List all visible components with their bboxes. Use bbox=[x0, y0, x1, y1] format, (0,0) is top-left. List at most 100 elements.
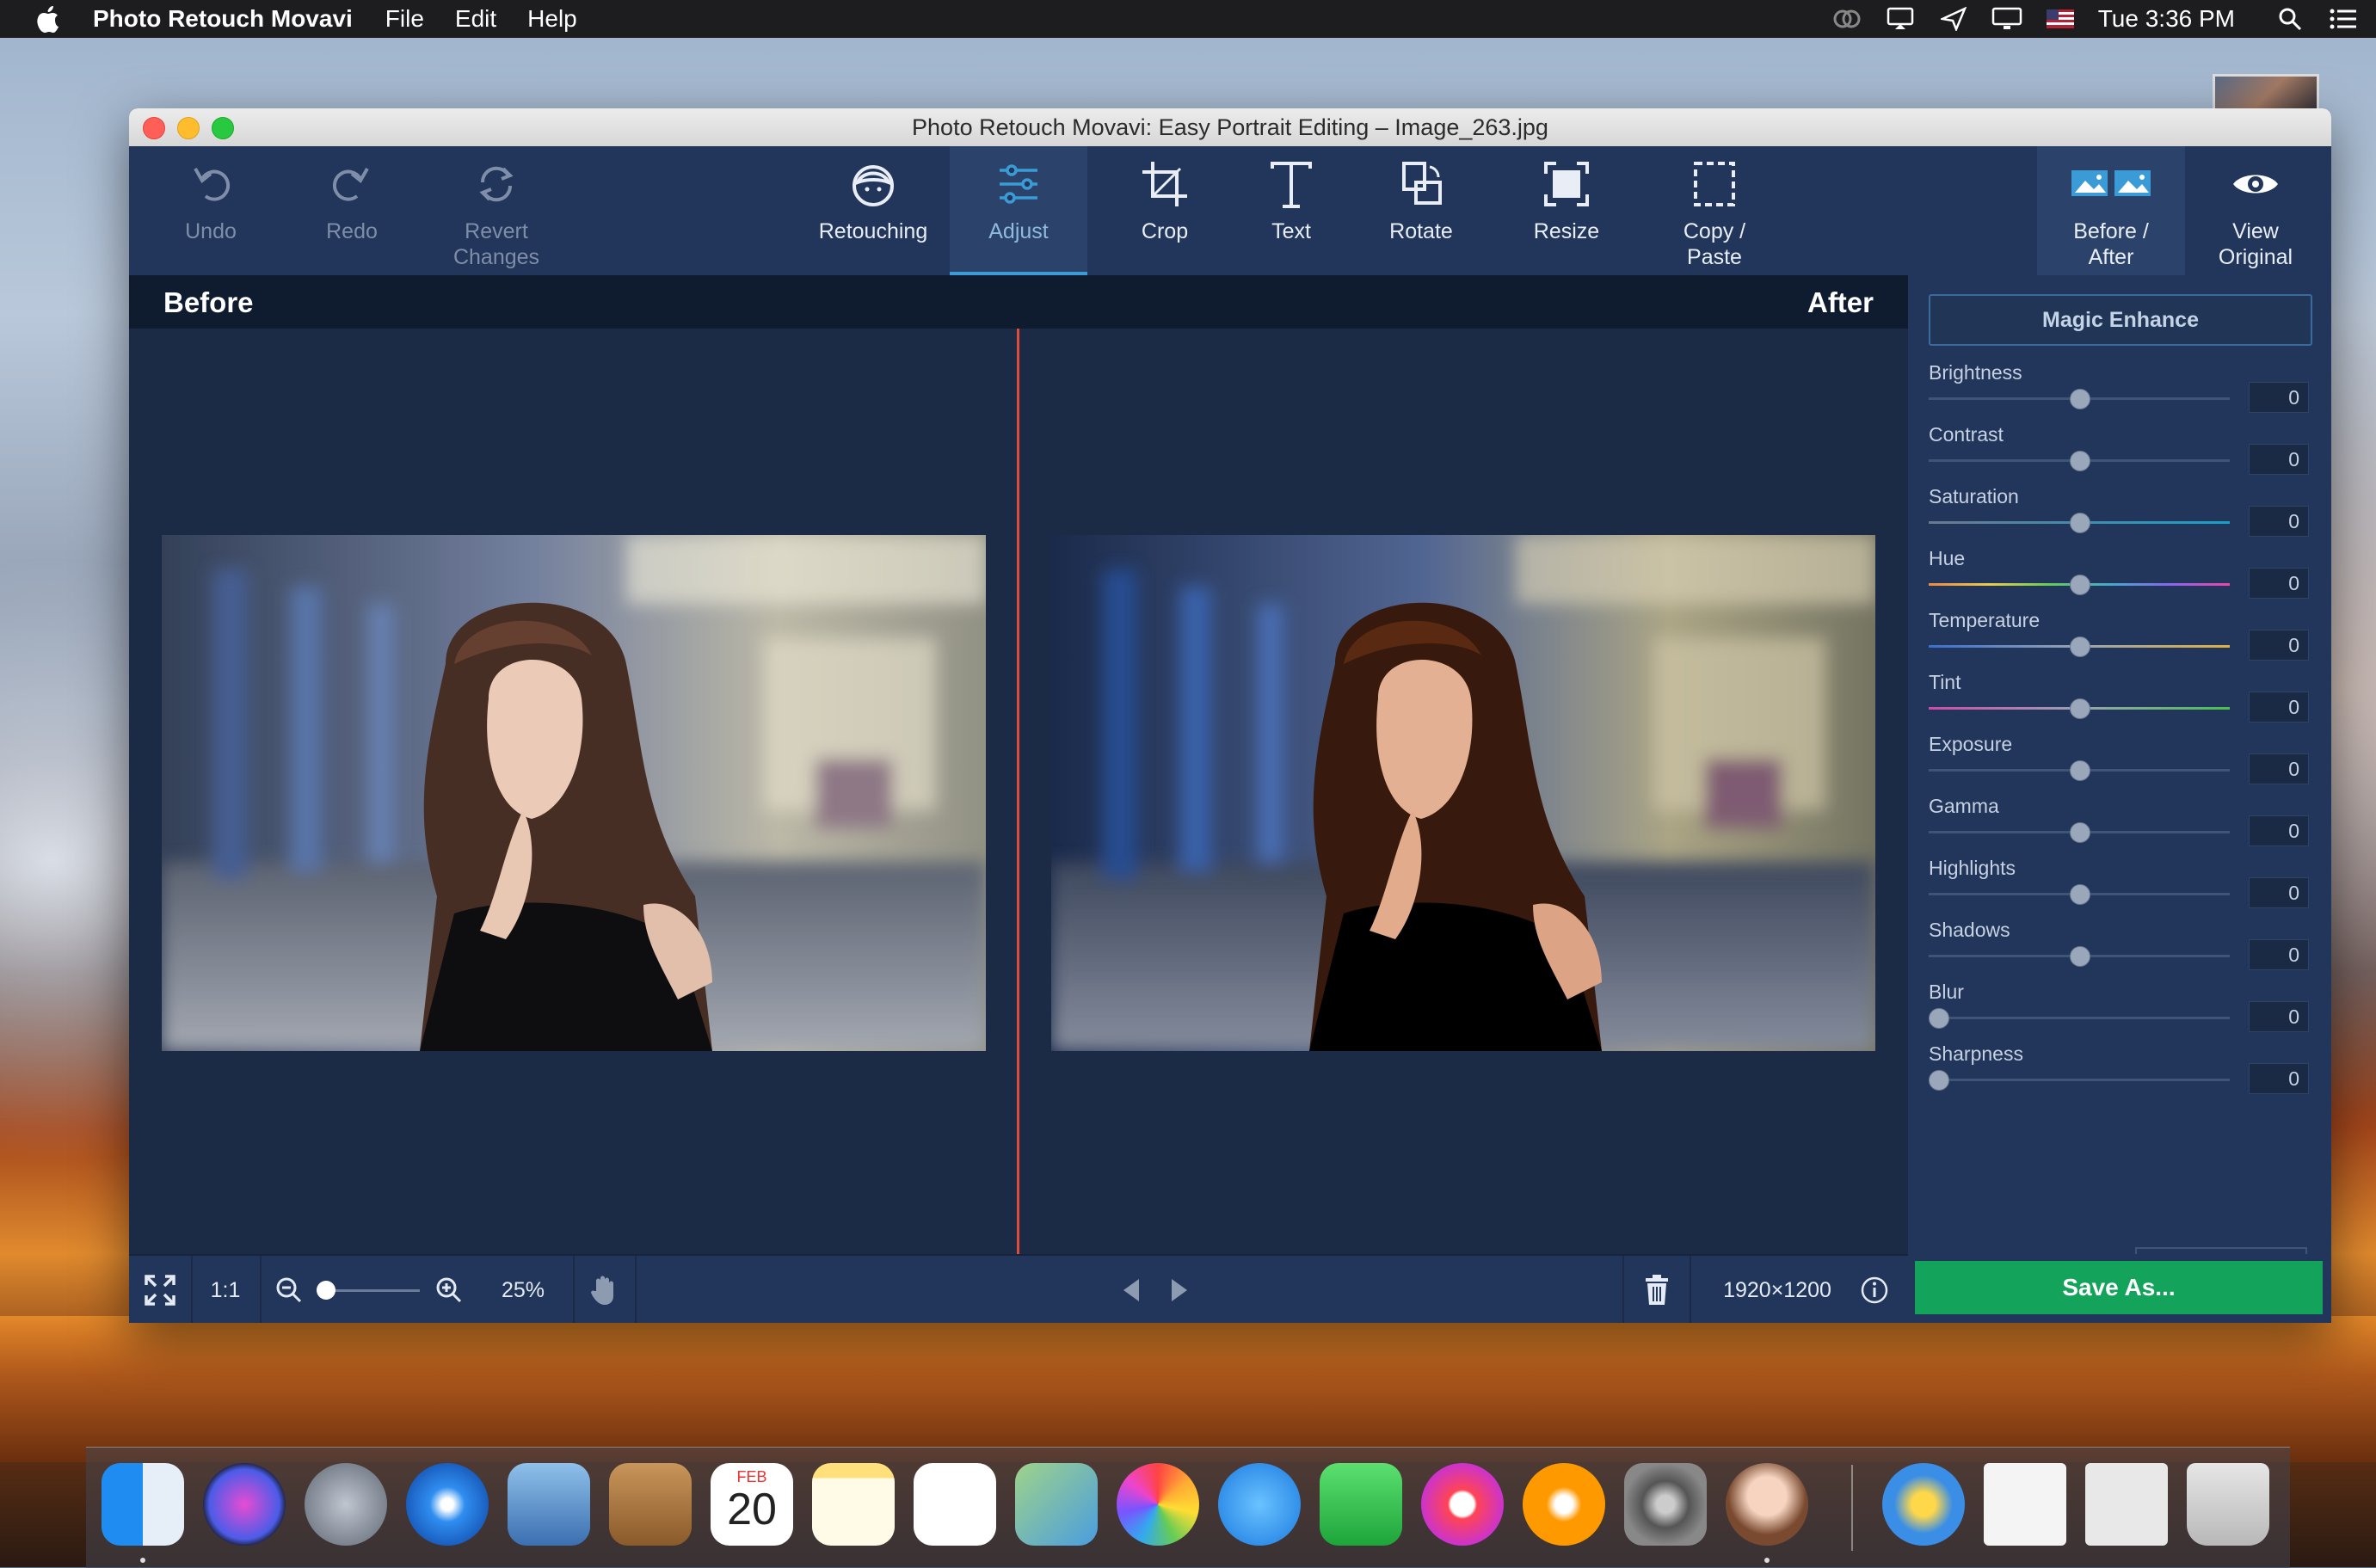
airplay-display-icon[interactable] bbox=[1991, 7, 2022, 31]
notes-icon[interactable] bbox=[812, 1463, 895, 1546]
temperature-value-field[interactable]: 0 bbox=[2249, 630, 2309, 661]
window-zoom-button[interactable] bbox=[212, 117, 234, 139]
exposure-value-field[interactable]: 0 bbox=[2249, 753, 2309, 784]
blur-slider-handle[interactable] bbox=[1929, 1008, 1949, 1029]
tab-text[interactable]: Text bbox=[1244, 146, 1339, 275]
zoom-slider-handle[interactable] bbox=[317, 1281, 335, 1300]
system-preferences-icon[interactable] bbox=[1624, 1463, 1707, 1546]
save-as-button[interactable]: Save As... bbox=[1915, 1261, 2323, 1314]
brightness-label: Brightness bbox=[1929, 361, 2022, 384]
saturation-value-field[interactable]: 0 bbox=[2249, 506, 2309, 537]
zoom-in-icon bbox=[436, 1277, 462, 1303]
document-icon[interactable] bbox=[1984, 1463, 2066, 1546]
adjustment-contrast: Contrast 0 bbox=[1929, 423, 2312, 485]
gamma-label: Gamma bbox=[1929, 795, 1999, 817]
finder-icon[interactable] bbox=[102, 1463, 184, 1546]
tint-slider-handle[interactable] bbox=[2070, 698, 2090, 719]
magic-enhance-button[interactable]: Magic Enhance bbox=[1929, 294, 2312, 346]
notification-center-icon[interactable] bbox=[2328, 7, 2359, 31]
maps-icon[interactable] bbox=[1015, 1463, 1098, 1546]
zoom-in-button[interactable] bbox=[432, 1256, 466, 1323]
notification-icon[interactable] bbox=[1885, 7, 1916, 31]
photos-icon[interactable] bbox=[1117, 1463, 1199, 1546]
contrast-slider-handle[interactable] bbox=[2070, 451, 2090, 471]
ibooks-icon[interactable] bbox=[1523, 1463, 1605, 1546]
tab-resize[interactable]: Resize bbox=[1511, 146, 1622, 275]
menu-file[interactable]: File bbox=[385, 5, 424, 33]
brightness-value-field[interactable]: 0 bbox=[2249, 382, 2309, 413]
sharpness-slider-track[interactable] bbox=[1929, 1079, 2230, 1081]
hue-value-field[interactable]: 0 bbox=[2249, 568, 2309, 599]
previous-image-button[interactable] bbox=[1110, 1256, 1153, 1323]
tab-crop[interactable]: Crop bbox=[1113, 146, 1216, 275]
view-original-button[interactable]: View Original bbox=[2194, 146, 2318, 275]
menu-edit[interactable]: Edit bbox=[455, 5, 496, 33]
menubar-app-name[interactable]: Photo Retouch Movavi bbox=[93, 5, 353, 33]
tab-adjust[interactable]: Adjust bbox=[950, 146, 1087, 275]
exposure-slider-handle[interactable] bbox=[2070, 760, 2090, 781]
launchpad-icon[interactable] bbox=[305, 1463, 387, 1546]
before-after-button[interactable]: Before / After bbox=[2037, 146, 2185, 275]
us-flag-icon[interactable] bbox=[2045, 7, 2076, 31]
highlights-slider-handle[interactable] bbox=[2070, 884, 2090, 905]
blur-value-field[interactable]: 0 bbox=[2249, 1001, 2309, 1032]
zoom-slider-track[interactable] bbox=[325, 1289, 420, 1292]
actual-size-button[interactable]: 1:1 bbox=[191, 1256, 262, 1323]
hand-tool-button[interactable] bbox=[573, 1256, 637, 1323]
sharpness-slider-handle[interactable] bbox=[1929, 1070, 1949, 1091]
gamma-value-field[interactable]: 0 bbox=[2249, 815, 2309, 846]
photo-retouch-running-indicator bbox=[1764, 1558, 1770, 1563]
image-info-button[interactable] bbox=[1853, 1256, 1896, 1323]
shadows-value-field[interactable]: 0 bbox=[2249, 939, 2309, 970]
mail-icon[interactable] bbox=[508, 1463, 590, 1546]
compare-divider[interactable] bbox=[1017, 329, 1019, 1254]
messages-icon[interactable] bbox=[1218, 1463, 1301, 1546]
redo-button[interactable]: Redo bbox=[305, 146, 399, 275]
zoom-out-button[interactable] bbox=[272, 1256, 306, 1323]
text-icon bbox=[1271, 162, 1312, 208]
contrast-value-field[interactable]: 0 bbox=[2249, 444, 2309, 475]
brightness-slider-handle[interactable] bbox=[2070, 389, 2090, 409]
send-icon[interactable] bbox=[1938, 7, 1969, 31]
blur-slider-track[interactable] bbox=[1929, 1017, 2230, 1019]
creative-cloud-icon[interactable] bbox=[1831, 7, 1862, 31]
before-label: Before bbox=[163, 286, 254, 318]
temperature-slider-handle[interactable] bbox=[2070, 636, 2090, 657]
sharpness-value-field[interactable]: 0 bbox=[2249, 1063, 2309, 1094]
calendar-icon[interactable]: FEB 20 bbox=[711, 1463, 793, 1546]
siri-icon[interactable] bbox=[203, 1463, 286, 1546]
revert-changes-button[interactable]: Revert Changes bbox=[432, 146, 561, 275]
tab-retouching[interactable]: Retouching bbox=[809, 146, 938, 275]
window-close-button[interactable] bbox=[143, 117, 165, 139]
saturation-slider-handle[interactable] bbox=[2070, 513, 2090, 533]
gamma-slider-handle[interactable] bbox=[2070, 822, 2090, 843]
undo-button[interactable]: Undo bbox=[163, 146, 258, 275]
itunes-icon[interactable] bbox=[1421, 1463, 1504, 1546]
contrast-label: Contrast bbox=[1929, 423, 2004, 446]
reminders-icon[interactable] bbox=[914, 1463, 996, 1546]
image-canvas[interactable] bbox=[129, 329, 1908, 1254]
delete-button[interactable] bbox=[1622, 1256, 1691, 1323]
photo-retouch-app-icon[interactable] bbox=[1726, 1463, 1808, 1546]
tint-value-field[interactable]: 0 bbox=[2249, 692, 2309, 723]
trash-bin-icon[interactable] bbox=[2187, 1463, 2269, 1546]
spotlight-search-icon[interactable] bbox=[2274, 7, 2305, 31]
menubar-clock[interactable]: Tue 3:36 PM bbox=[2098, 5, 2235, 33]
zoom-out-icon bbox=[276, 1277, 302, 1303]
shadows-slider-handle[interactable] bbox=[2070, 946, 2090, 967]
next-image-button[interactable] bbox=[1158, 1256, 1201, 1323]
apple-icon[interactable] bbox=[34, 5, 60, 33]
facetime-icon[interactable] bbox=[1320, 1463, 1402, 1546]
fullscreen-button[interactable] bbox=[129, 1256, 193, 1323]
window-titlebar[interactable]: Photo Retouch Movavi: Easy Portrait Edit… bbox=[129, 108, 2331, 147]
tab-rotate[interactable]: Rotate bbox=[1370, 146, 1473, 275]
hue-slider-handle[interactable] bbox=[2070, 575, 2090, 595]
contacts-icon[interactable] bbox=[609, 1463, 692, 1546]
window-minimize-button[interactable] bbox=[177, 117, 200, 139]
downloads-stack-icon[interactable] bbox=[2085, 1463, 2168, 1546]
tab-copy-paste[interactable]: Copy / Paste bbox=[1659, 146, 1770, 275]
downloader-app-icon[interactable] bbox=[1882, 1463, 1965, 1546]
highlights-value-field[interactable]: 0 bbox=[2249, 877, 2309, 908]
menu-help[interactable]: Help bbox=[527, 5, 577, 33]
safari-icon[interactable] bbox=[406, 1463, 489, 1546]
